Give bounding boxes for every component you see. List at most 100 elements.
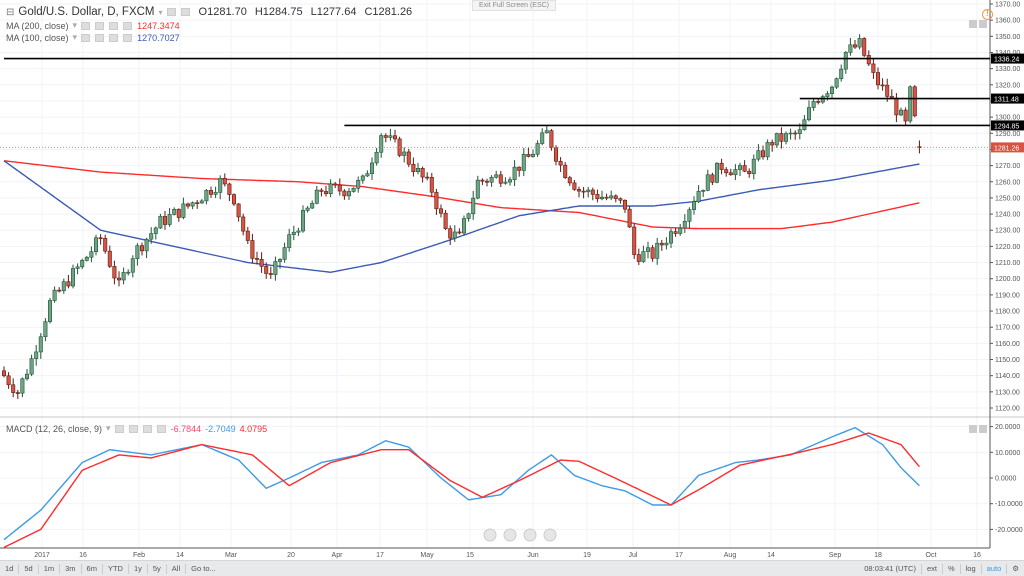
price-tick-label: 1210.00 [995,260,1020,267]
candle [742,165,747,172]
time-tick-label: 14 [176,552,184,559]
candle [333,183,338,186]
goto-button[interactable]: Go to... [186,564,221,574]
time-tick-label: 17 [675,552,683,559]
macd-pane-buttons[interactable] [969,425,987,433]
candle [163,216,168,225]
candle [816,101,821,103]
candle [199,200,204,204]
close-icon[interactable] [156,424,166,433]
macd-tick-label: 0.0000 [995,476,1017,483]
warning-icon[interactable]: ! [982,9,993,20]
price-tick-label: 1240.00 [995,212,1020,219]
candle [875,72,880,86]
range-3m[interactable]: 3m [60,563,82,574]
scroll-button[interactable] [543,528,557,542]
candle [328,183,333,195]
candle [117,277,122,281]
low-value: L1277.64 [310,6,357,18]
candle [126,271,131,274]
candle [471,197,476,215]
candle [489,176,494,183]
candle [484,180,489,183]
chevron-down-icon[interactable]: ▾ [159,8,163,17]
candle [912,86,917,117]
candle [360,175,365,181]
candle [549,130,554,149]
price-tick-label: 1370.00 [995,2,1020,9]
ext-toggle[interactable]: ext [922,563,943,574]
high-value: H1284.75 [254,6,303,18]
candle [687,209,692,222]
ma100-label[interactable]: MA (100, close) [6,33,69,43]
candle [774,133,779,146]
candle [751,158,756,174]
price-tick-label: 1290.00 [995,131,1020,138]
time-tick-label: Mar [225,552,238,559]
candle [190,202,195,207]
time-tick-label: Apr [332,552,344,559]
candle [29,358,34,375]
symbol-title[interactable]: Gold/U.S. Dollar, D, FXCM [18,6,154,18]
hide-icon[interactable] [180,8,190,16]
candle [20,378,25,394]
range-5y[interactable]: 5y [148,563,167,574]
candle [1,370,7,377]
reset-button[interactable] [523,528,537,542]
range-1d[interactable]: 1d [0,563,20,574]
exit-fullscreen-button[interactable]: Exit Full Screen (ESC) [472,0,557,11]
candle [429,177,434,193]
candle [747,170,752,174]
candle [645,247,650,252]
candle [714,162,719,183]
candle [323,191,328,195]
range-ytd[interactable]: YTD [103,563,129,574]
log-toggle[interactable]: log [961,563,982,574]
close-icon[interactable] [123,33,133,42]
auto-toggle[interactable]: auto [982,563,1008,574]
candle [259,259,264,267]
candle [613,195,618,199]
candle [195,202,200,205]
candle [834,78,839,88]
chart-canvas[interactable]: 1370.001360.001350.001340.001330.001320.… [0,0,1024,560]
ma200-label[interactable]: MA (200, close) [6,21,69,31]
candle [420,168,425,178]
price-tick-label: 1320.00 [995,82,1020,89]
zoom-in-button[interactable] [503,528,517,542]
candle [825,93,830,97]
settings-gear-icon[interactable]: ⚙ [1007,564,1024,574]
macd-label[interactable]: MACD (12, 26, close, 9) [6,424,102,434]
candle [885,84,890,97]
candle [383,135,388,138]
candle [153,227,158,234]
percent-toggle[interactable]: % [943,563,961,574]
level-price-label: 1336.24 [994,57,1019,64]
candle [553,147,558,162]
macd-tick-label: -20.0000 [995,527,1023,534]
candle [788,132,793,135]
range-5d[interactable]: 5d [19,563,39,574]
candle [811,101,816,108]
range-all[interactable]: All [167,563,187,574]
range-1y[interactable]: 1y [129,563,148,574]
candle [438,208,443,214]
collapse-icon[interactable]: ⊟ [6,7,14,18]
candle [356,179,361,189]
range-1m[interactable]: 1m [39,563,61,574]
time-tick-label: 18 [874,552,882,559]
candle [167,214,172,225]
candle [848,44,853,53]
close-icon[interactable] [123,21,133,30]
settings-icon[interactable] [166,8,176,16]
candle [52,289,57,301]
price-pane-buttons[interactable] [969,20,987,28]
candle [710,174,715,183]
candle [526,154,531,157]
time-tick-label: 20 [287,552,295,559]
zoom-out-button[interactable] [483,528,497,542]
candle [15,392,20,394]
candle [857,38,862,48]
candle [576,189,581,192]
range-6m[interactable]: 6m [82,563,103,574]
